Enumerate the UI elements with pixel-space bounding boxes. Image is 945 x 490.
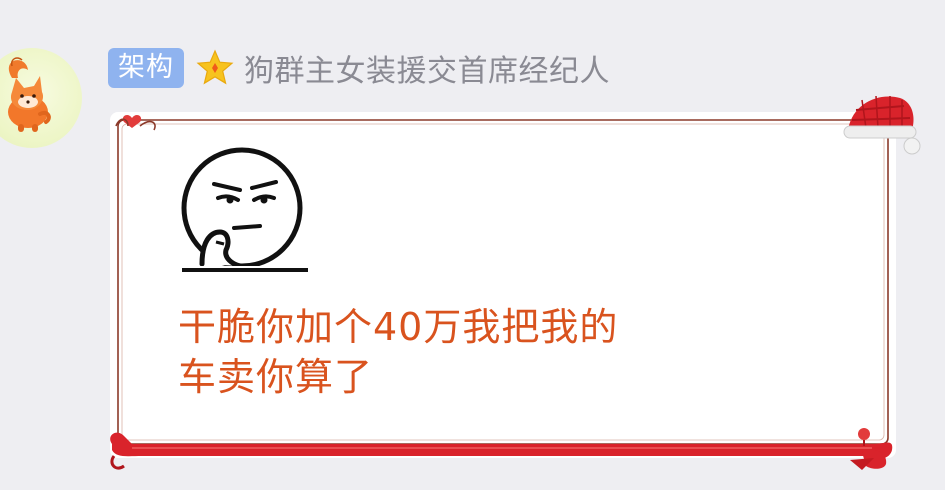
role-badge: 架构 <box>108 48 184 88</box>
message-bubble[interactable]: 干脆你加个40万我把我的 车卖你算了 <box>110 95 921 470</box>
chat-view: 架构 狗群主女装援交首席经纪人 干脆你加个40万我把我的 车卖你算了 <box>0 0 945 490</box>
thinking-face-sticker-icon[interactable] <box>180 146 310 276</box>
message-text[interactable]: 干脆你加个40万我把我的 车卖你算了 <box>178 302 738 402</box>
red-scroll-decoration <box>110 428 893 470</box>
message-line-1: 干脆你加个40万我把我的 <box>178 305 619 349</box>
sender-nickname[interactable]: 狗群主女装援交首席经纪人 <box>244 46 610 90</box>
fox-avatar-icon <box>8 57 51 132</box>
christmas-hat-icon <box>842 90 922 160</box>
message-line-2: 车卖你算了 <box>178 355 374 399</box>
message-header: 架构 狗群主女装援交首席经纪人 <box>108 46 610 90</box>
star-icon <box>196 49 234 87</box>
avatar[interactable] <box>0 48 82 148</box>
